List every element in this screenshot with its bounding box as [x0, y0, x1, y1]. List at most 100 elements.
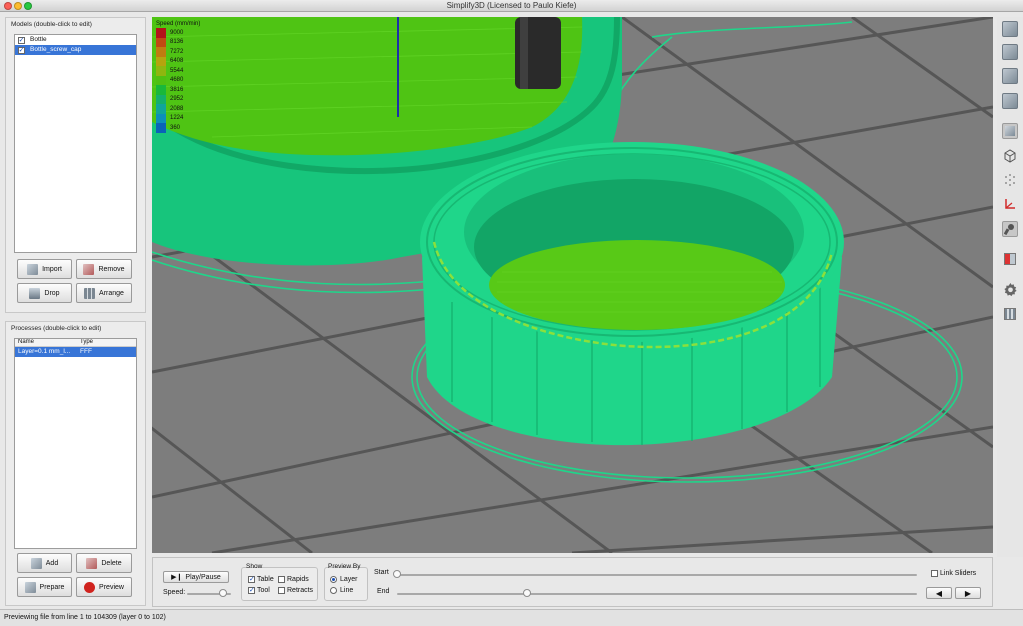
rapids-check-box[interactable] — [278, 576, 285, 583]
legend-value: 360 — [170, 124, 181, 131]
delete-process-icon — [86, 557, 98, 569]
legend-swatch — [156, 75, 166, 85]
view-back-icon[interactable] — [1002, 44, 1018, 60]
speed-label: Speed: — [163, 589, 186, 596]
link-sliders-check-box[interactable] — [931, 570, 938, 577]
legend-swatch — [156, 94, 166, 104]
preview-button[interactable]: Preview — [76, 577, 132, 597]
legend-swatch — [156, 113, 166, 123]
line-label: Line — [340, 587, 354, 594]
speed-slider-handle[interactable] — [219, 589, 228, 597]
view-wireframe-icon[interactable] — [1002, 148, 1018, 164]
show-tool-checkbox[interactable]: ✓ Tool — [248, 587, 270, 594]
view-right-icon[interactable] — [1002, 93, 1018, 109]
model-item-bottle[interactable]: ✓ Bottle — [15, 35, 136, 45]
start-slider-track[interactable] — [397, 574, 917, 576]
view-points-icon[interactable] — [1002, 172, 1018, 188]
legend-entry: 2952 — [156, 94, 200, 104]
model-name: Bottle_screw_cap — [30, 46, 82, 53]
view-solid-icon[interactable] — [1002, 123, 1018, 139]
tool-check-box[interactable]: ✓ — [248, 587, 255, 594]
add-button[interactable]: Add — [17, 553, 72, 573]
legend-value: 1224 — [170, 115, 184, 122]
drop-button[interactable]: Drop — [17, 283, 72, 303]
legend-swatch — [156, 85, 166, 95]
bed-icon[interactable] — [1002, 306, 1018, 322]
import-label: Import — [42, 265, 62, 273]
show-table-checkbox[interactable]: ✓ Table — [248, 576, 274, 583]
drop-icon — [29, 287, 41, 299]
remove-button[interactable]: Remove — [76, 259, 132, 279]
cross-section-icon[interactable] — [1002, 251, 1018, 267]
preview-by-line-radio[interactable]: Line — [330, 587, 353, 594]
remove-label: Remove — [98, 265, 125, 273]
line-radio-button[interactable] — [330, 587, 337, 594]
legend-value: 2088 — [170, 105, 184, 112]
processes-label: Processes (double-click to edit) — [11, 325, 102, 332]
preview-by-layer-radio[interactable]: Layer — [330, 576, 358, 583]
legend-value: 7272 — [170, 48, 184, 55]
legend-rows: 9000 8136 7272 6408 5544 4680 3816 2952 2088 1224… — [156, 28, 200, 133]
arrange-button[interactable]: Arrange — [76, 283, 132, 303]
model-item-bottle-screw-cap[interactable]: ✓ Bottle_screw_cap — [15, 45, 136, 55]
play-pause-icon: ▶❙ — [171, 574, 183, 581]
legend-value: 8136 — [170, 39, 184, 46]
settings-gear-icon[interactable] — [1002, 281, 1018, 297]
preview-label: Preview — [99, 583, 124, 591]
import-button[interactable]: Import — [17, 259, 72, 279]
layer-radio-button[interactable] — [330, 576, 337, 583]
legend-swatch — [156, 28, 166, 38]
end-slider-track[interactable] — [397, 593, 917, 595]
process-name: Layer=0.1 mm_l... — [18, 348, 71, 355]
delete-button[interactable]: Delete — [76, 553, 132, 573]
left-triangle-icon: ◀ — [935, 588, 943, 598]
end-slider-handle[interactable] — [523, 589, 531, 597]
retracts-check-box[interactable] — [278, 587, 285, 594]
preview-controls: ▶❙ Play/Pause Speed: Show ✓ Table Rapids… — [152, 557, 993, 607]
show-rapids-checkbox[interactable]: Rapids — [278, 576, 309, 583]
show-retracts-checkbox[interactable]: Retracts — [278, 587, 313, 594]
right-triangle-icon: ▶ — [964, 588, 972, 598]
column-type-header[interactable]: Type — [77, 339, 93, 346]
legend-entry: 1224 — [156, 113, 200, 123]
process-row[interactable]: Layer=0.1 mm_l... FFF — [15, 347, 136, 357]
prepare-icon — [24, 581, 36, 593]
column-name-header[interactable]: Name — [15, 339, 77, 346]
legend-swatch — [156, 47, 166, 57]
legend-value: 5544 — [170, 67, 184, 74]
print-preview-scene — [152, 17, 993, 553]
model-checkbox-bottle[interactable]: ✓ — [18, 36, 25, 44]
play-pause-button[interactable]: ▶❙ Play/Pause — [163, 571, 229, 583]
table-check-box[interactable]: ✓ — [248, 576, 255, 583]
models-list[interactable]: ✓ Bottle ✓ Bottle_screw_cap — [14, 34, 137, 253]
legend-title: Speed (mm/min) — [156, 21, 201, 27]
legend-entry: 8136 — [156, 37, 200, 47]
legend-swatch — [156, 104, 166, 114]
table-label: Table — [257, 576, 274, 583]
model-checkbox-bottle-screw-cap[interactable]: ✓ — [18, 46, 25, 54]
arrange-icon — [84, 287, 96, 299]
prepare-button[interactable]: Prepare — [17, 577, 72, 597]
axes-icon[interactable] — [1002, 196, 1018, 212]
stop-sign-icon — [84, 581, 96, 593]
3d-viewport[interactable]: Speed (mm/min) 9000 8136 7272 6408 5544 4680 3… — [152, 17, 993, 553]
view-front-icon[interactable] — [1002, 21, 1018, 37]
start-label: Start — [374, 569, 389, 576]
legend-entry: 3816 — [156, 85, 200, 95]
view-left-icon[interactable] — [1002, 68, 1018, 84]
legend-entry: 6408 — [156, 56, 200, 66]
legend-value: 2952 — [170, 96, 184, 103]
link-sliders-checkbox[interactable]: Link Sliders — [931, 570, 976, 577]
previous-layer-button[interactable]: ◀ — [926, 587, 952, 599]
legend-entry: 7272 — [156, 47, 200, 57]
remove-cube-icon — [83, 263, 95, 275]
processes-panel: Processes (double-click to edit) Name Ty… — [5, 321, 146, 606]
arrange-label: Arrange — [99, 289, 124, 297]
processes-list[interactable]: Name Type Layer=0.1 mm_l... FFF — [14, 338, 137, 549]
preview-by-group: Preview By Layer Line — [324, 563, 368, 601]
add-label: Add — [45, 559, 59, 567]
tool-icon[interactable] — [1002, 221, 1018, 237]
link-sliders-label: Link Sliders — [940, 570, 977, 577]
start-slider-handle[interactable] — [393, 570, 401, 578]
next-layer-button[interactable]: ▶ — [955, 587, 981, 599]
